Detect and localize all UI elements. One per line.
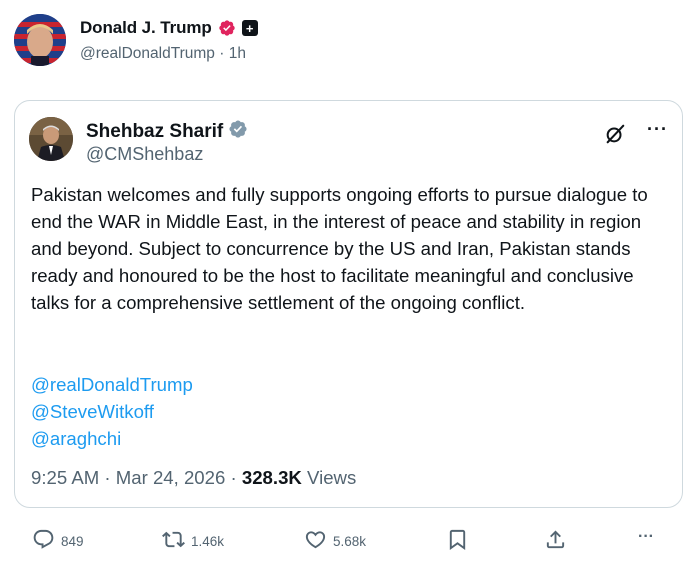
mention-link[interactable]: @SteveWitkoff [31, 398, 193, 425]
repost-icon [162, 528, 185, 554]
quote-body-text: Pakistan welcomes and fully supports ong… [31, 184, 648, 313]
quote-avatar[interactable] [29, 117, 73, 161]
views-count: 328.3K [241, 467, 302, 488]
avatar[interactable] [14, 14, 66, 66]
timestamp-separator: · [230, 467, 242, 488]
verified-badge-icon [228, 119, 248, 144]
bookmark-icon [446, 528, 469, 554]
post-timestamp: 9:25 AM · Mar 24, 2026 · 328.3K Views [31, 467, 356, 489]
action-bar: 849 1.46k 5.68k ··· [24, 528, 674, 558]
plus-badge-icon: + [241, 20, 258, 36]
like-button[interactable]: 5.68k [304, 528, 366, 554]
mention-list: @realDonaldTrump @SteveWitkoff @araghchi [31, 371, 193, 452]
quote-author-handle[interactable]: @CMShehbaz [86, 144, 203, 165]
bookmark-button[interactable] [446, 528, 469, 554]
author-handle[interactable]: @realDonaldTrump [80, 45, 215, 62]
author-meta: @realDonaldTrump · 1h [80, 45, 246, 63]
more-icon[interactable]: ··· [638, 528, 654, 546]
verified-badge-icon [218, 19, 236, 37]
repost-count: 1.46k [191, 533, 225, 549]
mention-link[interactable]: @realDonaldTrump [31, 371, 193, 398]
author-row: Donald J. Trump + [80, 18, 258, 38]
timestamp-date[interactable]: Mar 24, 2026 [116, 467, 226, 488]
meta-separator: · [219, 45, 225, 62]
timestamp-time[interactable]: 9:25 AM [31, 467, 99, 488]
share-button[interactable] [544, 528, 567, 554]
more-icon[interactable]: ··· [647, 119, 668, 140]
quote-author-row: Shehbaz Sharif [86, 119, 248, 144]
reply-button[interactable]: 849 [32, 528, 84, 554]
post-time[interactable]: 1h [229, 45, 246, 62]
grok-icon[interactable] [604, 123, 626, 145]
reply-count: 849 [61, 533, 84, 549]
like-icon [304, 528, 327, 554]
repost-button[interactable]: 1.46k [162, 528, 224, 554]
share-icon [544, 528, 567, 554]
timestamp-separator: · [104, 467, 116, 488]
views-label: Views [307, 467, 357, 488]
like-count: 5.68k [333, 533, 367, 549]
mention-link[interactable]: @araghchi [31, 425, 193, 452]
author-name[interactable]: Donald J. Trump [80, 18, 212, 38]
post-header: Donald J. Trump + @realDonaldTrump · 1h [14, 14, 674, 66]
reply-icon [32, 528, 55, 554]
quoted-post[interactable]: Shehbaz Sharif @CMShehbaz ··· Pakistan w… [14, 100, 683, 508]
quote-author-name[interactable]: Shehbaz Sharif [86, 121, 223, 143]
